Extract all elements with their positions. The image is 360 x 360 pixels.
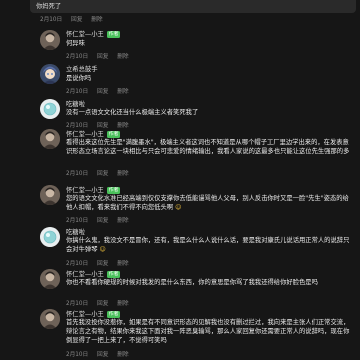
comment-text: 你搞什么鬼，我没文不是冒你，还有，我是么什么人说什么话，要是我对康氏儿说话用正常… [66, 236, 354, 254]
reply-button[interactable]: 回复 [97, 54, 108, 60]
comment-text: 你也不看看你硬规的时候对我发的是什么东西，你的意思是你骂了我我还得给你好脸色是吗 [66, 279, 318, 286]
portrait-avatar[interactable] [40, 269, 60, 289]
comment-text: 首先我没投你没惹你，如果是有不同意识形态的见解我也没有删过拦过，我向来是主张人们… [66, 319, 350, 345]
sphere-avatar[interactable] [40, 99, 60, 119]
author-name[interactable]: 吃糖啦 [66, 99, 85, 108]
reply-button[interactable]: 回复 [97, 218, 108, 224]
comment-meta: 2月10日 回复 删除 [66, 215, 136, 224]
reply-button[interactable]: 回复 [97, 89, 108, 95]
portrait-avatar[interactable] [40, 129, 60, 149]
portrait-avatar[interactable] [40, 185, 60, 205]
comment-text: 您的语文文化水准已经高端到仅仅支撑你去低能谩骂他人父母，别人反击你时又是一脸"先… [66, 194, 354, 212]
author-name-text[interactable]: 怀仁堂—小王 [66, 311, 104, 318]
comment-date: 2月10日 [66, 54, 89, 60]
anime-avatar[interactable] [40, 64, 60, 84]
comment-text: 是说你吗 [66, 75, 92, 82]
delete-button[interactable]: 删除 [117, 352, 128, 358]
reply-button[interactable]: 回复 [97, 352, 108, 358]
delete-button[interactable]: 删除 [117, 171, 128, 177]
delete-button[interactable]: 删除 [117, 89, 128, 95]
author-name-text[interactable]: 怀仁堂—小王 [66, 271, 104, 278]
quoted-comment-meta: 2月10日 回复 删除 [40, 14, 110, 23]
comment-date: 2月10日 [66, 89, 89, 95]
comment-feed: 你妈死了 2月10日 回复 删除 怀仁堂—小王 作者 何异味 2月10日 回复 删… [0, 0, 360, 360]
comment-meta: 2月10日 回复 删除 [66, 168, 136, 177]
delete-button[interactable]: 删除 [117, 218, 128, 224]
author-badge: 作者 [106, 131, 121, 138]
comment-date: 2月10日 [66, 352, 89, 358]
author-badge: 作者 [106, 31, 121, 38]
comment-date: 2月10日 [66, 171, 89, 177]
reply-button[interactable]: 回复 [71, 17, 82, 23]
comment-meta: 2月10日 回复 删除 [66, 258, 136, 267]
author-badge: 作者 [106, 187, 121, 194]
author-name[interactable]: 怀仁堂—小王 作者 [66, 269, 121, 278]
reply-button[interactable]: 回复 [97, 301, 108, 307]
smile-emoji-icon: ☺ [175, 204, 182, 212]
author-name[interactable]: 怀仁堂—小王 作者 [66, 185, 121, 194]
quoted-comment-text: 你妈死了 [36, 3, 62, 10]
comment-meta: 2月10日 回复 删除 [66, 86, 136, 95]
delete-button[interactable]: 删除 [91, 17, 102, 23]
author-name-text[interactable]: 怀仁堂—小王 [66, 131, 104, 138]
portrait-avatar[interactable] [40, 30, 60, 50]
quoted-comment: 你妈死了 [30, 0, 356, 13]
comment-meta: 2月10日 回复 删除 [66, 298, 136, 307]
author-name-text[interactable]: 立希总鼓手 [66, 66, 97, 73]
comment-text-content: 你搞什么鬼，我没文不是冒你，还有，我是么什么人说什么话，要是我对康氏儿说话用正常… [66, 237, 350, 254]
comment-text: 看得出来这位先生是"满腹墨水"，极端主义者这词也不知道是从哪个帽子工厂里边学出来… [66, 139, 350, 156]
comment-meta: 2月10日 回复 删除 [66, 120, 136, 129]
author-badge: 作者 [106, 271, 121, 278]
comment-text: 没有一点语文文化还当什么极端主义者笑死我了 [66, 109, 199, 116]
comment-text-content: 您的语文文化水准已经高端到仅仅支撑你去低能谩骂他人父母，别人反击你时又是一脸"先… [66, 195, 349, 212]
author-name-text[interactable]: 吃糖啦 [66, 229, 85, 236]
delete-button[interactable]: 删除 [117, 261, 128, 267]
author-name[interactable]: 怀仁堂—小王 作者 [66, 309, 121, 318]
portrait-avatar[interactable] [40, 309, 60, 329]
comment-date: 2月10日 [66, 301, 89, 307]
comment-meta: 2月10日 回复 删除 [66, 349, 136, 358]
author-name[interactable]: 立希总鼓手 [66, 64, 97, 73]
author-name[interactable]: 怀仁堂—小王 作者 [66, 29, 121, 38]
author-name[interactable]: 吃糖啦 [66, 227, 85, 236]
delete-button[interactable]: 删除 [117, 301, 128, 307]
author-name-text[interactable]: 怀仁堂—小王 [66, 31, 104, 38]
comment-meta: 2月10日 回复 删除 [66, 51, 136, 60]
sphere-avatar[interactable] [40, 227, 60, 247]
comment-date: 2月10日 [40, 17, 63, 23]
comment-date: 2月10日 [66, 261, 89, 267]
reply-button[interactable]: 回复 [97, 261, 108, 267]
reply-button[interactable]: 回复 [97, 171, 108, 177]
author-name-text[interactable]: 怀仁堂—小王 [66, 187, 104, 194]
author-name-text[interactable]: 吃糖啦 [66, 101, 85, 108]
comment-date: 2月10日 [66, 218, 89, 224]
comment-text: 何异味 [66, 40, 85, 47]
author-badge: 作者 [106, 311, 121, 318]
delete-button[interactable]: 删除 [117, 54, 128, 60]
author-name[interactable]: 怀仁堂—小王 作者 [66, 129, 121, 138]
smile-emoji-icon: ☺ [99, 246, 106, 254]
